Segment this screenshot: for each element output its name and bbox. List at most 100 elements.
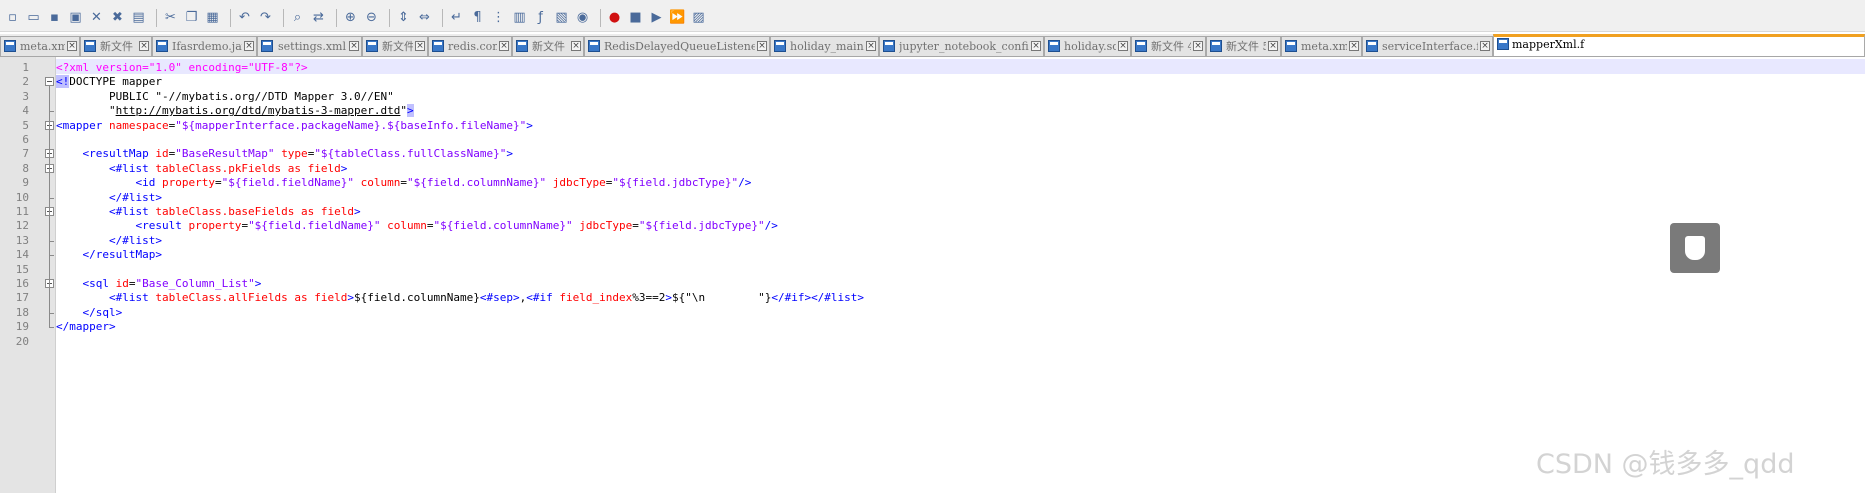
- document-map-icon[interactable]: ▥: [511, 9, 528, 26]
- open-file-icon[interactable]: ▭: [25, 9, 42, 26]
- show-all-chars-icon[interactable]: ¶: [469, 9, 486, 26]
- tab-10[interactable]: jupyter_notebook_config.py×: [879, 36, 1044, 56]
- close-tab-icon[interactable]: ×: [1031, 41, 1041, 51]
- close-all-icon[interactable]: ✖: [109, 9, 126, 26]
- close-tab-icon[interactable]: ×: [571, 41, 581, 51]
- tab-9[interactable]: holiday_main.py×: [770, 36, 879, 56]
- floating-assistant-button[interactable]: [1670, 223, 1720, 273]
- find-icon[interactable]: ⌕: [289, 9, 306, 26]
- close-tab-icon[interactable]: ×: [1480, 41, 1490, 51]
- code-token: >: [354, 205, 361, 218]
- file-saved-icon: [261, 40, 273, 52]
- line-number: 18: [15, 305, 29, 319]
- tab-7[interactable]: 新文件 3×: [512, 36, 584, 56]
- close-icon[interactable]: ✕: [88, 9, 105, 26]
- code-token: >: [340, 161, 348, 175]
- code-token: field_index: [559, 291, 633, 305]
- close-tab-icon[interactable]: ×: [757, 41, 767, 51]
- cut-icon[interactable]: ✂: [162, 9, 179, 26]
- fold-toggle-icon[interactable]: [45, 77, 54, 87]
- code-token: "${field.jdbcType}": [612, 176, 739, 190]
- zoom-out-icon[interactable]: ⊖: [363, 9, 380, 26]
- sync-horizontal-icon[interactable]: ⇔: [416, 9, 433, 26]
- close-tab-icon[interactable]: ×: [1268, 41, 1278, 51]
- file-saved-icon: [156, 40, 168, 52]
- code-token: tableClass.baseFields as field: [155, 205, 355, 218]
- close-tab-icon[interactable]: ×: [415, 41, 425, 51]
- tab-2[interactable]: 新文件 1×: [80, 36, 152, 56]
- code-token: "${field.fieldName}": [221, 176, 355, 190]
- tab-label: meta.xml: [1301, 40, 1347, 53]
- tab-label: mapperXml.f: [1512, 38, 1585, 51]
- tab-label: settings.xml: [278, 40, 346, 53]
- code-editor[interactable]: <?xml version="1.0" encoding="UTF-8"?> <!…: [56, 57, 1865, 493]
- close-tab-icon[interactable]: ×: [866, 41, 876, 51]
- fold-line: [49, 86, 50, 329]
- fold-end-marker: [49, 312, 54, 314]
- word-wrap-icon[interactable]: ↵: [448, 9, 465, 26]
- print-icon[interactable]: ▤: [130, 9, 147, 26]
- tab-14[interactable]: meta.xml×: [1281, 36, 1362, 56]
- code-line: <mapper namespace="${mapperInterface.pac…: [56, 119, 533, 133]
- close-tab-icon[interactable]: ×: [499, 41, 509, 51]
- zoom-in-icon[interactable]: ⊕: [342, 9, 359, 26]
- toolbar-separator: [336, 8, 337, 27]
- file-saved-icon: [774, 40, 786, 52]
- save-macro-icon[interactable]: ▨: [690, 9, 707, 26]
- record-macro-icon[interactable]: ●: [606, 9, 623, 26]
- close-tab-icon[interactable]: ×: [67, 41, 77, 51]
- folder-workspace-icon[interactable]: ▧: [553, 9, 570, 26]
- line-number: 10: [15, 190, 29, 204]
- monitoring-icon[interactable]: ◉: [574, 9, 591, 26]
- code-token: jdbcType: [579, 219, 633, 233]
- tab-12[interactable]: 新文件 4 ×: [1131, 36, 1206, 56]
- close-tab-icon[interactable]: ×: [1349, 41, 1359, 51]
- tab-16[interactable]: mapperXml.f: [1493, 34, 1865, 56]
- save-icon[interactable]: ▪: [46, 9, 63, 26]
- tab-label: meta.xml: [20, 40, 65, 53]
- tab-1[interactable]: meta.xml×: [0, 36, 80, 56]
- tab-4[interactable]: settings.xml ×: [257, 36, 362, 56]
- tab-3[interactable]: Ifasrdemo.java×: [152, 36, 257, 56]
- close-tab-icon[interactable]: ×: [1118, 41, 1128, 51]
- tab-11[interactable]: holiday.sql×: [1044, 36, 1131, 56]
- undo-icon[interactable]: ↶: [236, 9, 253, 26]
- play-macro-icon[interactable]: ▶: [648, 9, 665, 26]
- code-token: "BaseResultMap": [175, 147, 275, 161]
- sync-vertical-icon[interactable]: ⇕: [395, 9, 412, 26]
- paste-icon[interactable]: ▦: [204, 9, 221, 26]
- file-saved-icon: [516, 40, 528, 52]
- code-token: >: [526, 118, 533, 132]
- redo-icon[interactable]: ↷: [257, 9, 274, 26]
- watermark: CSDN @钱多多_qdd: [1536, 449, 1795, 480]
- tab-label: 新文件 5: [1226, 40, 1266, 53]
- code-line: </#list>: [56, 191, 162, 205]
- file-saved-icon: [883, 40, 895, 52]
- tab-8[interactable]: RedisDelayedQueueListener.java×: [584, 36, 770, 56]
- indent-guide-icon[interactable]: ⋮: [490, 9, 507, 26]
- code-token: tableClass.pkFields as field: [155, 161, 341, 175]
- new-file-icon[interactable]: ▫: [4, 9, 21, 26]
- code-token: <?xml version="1.0" encoding="UTF-8"?>: [56, 61, 308, 74]
- tab-6[interactable]: redis.conf×: [428, 36, 512, 56]
- close-tab-icon[interactable]: ×: [139, 41, 149, 51]
- stop-macro-icon[interactable]: ■: [627, 9, 644, 26]
- close-tab-icon[interactable]: ×: [349, 41, 359, 51]
- replace-icon[interactable]: ⇄: [310, 9, 327, 26]
- line-number: 8: [22, 161, 29, 175]
- close-tab-icon[interactable]: ×: [1193, 41, 1203, 51]
- tab-13[interactable]: 新文件 5 ×: [1206, 36, 1281, 56]
- tab-15[interactable]: serviceInterface.ftl ×: [1362, 36, 1493, 56]
- function-list-icon[interactable]: ƒ: [532, 9, 549, 26]
- copy-icon[interactable]: ❐: [183, 9, 200, 26]
- run-macro-multiple-icon[interactable]: ⏩: [669, 9, 686, 26]
- tab-5[interactable]: 新文件 2×: [362, 36, 428, 56]
- close-tab-icon[interactable]: ×: [244, 41, 254, 51]
- line-number: 17: [15, 291, 29, 305]
- code-line: <result property = "${field.fieldName}" co…: [56, 219, 777, 233]
- code-token: <#list: [56, 161, 156, 175]
- save-all-icon[interactable]: ▣: [67, 9, 84, 26]
- code-token: %3==2: [632, 291, 666, 305]
- line-number: 14: [15, 248, 29, 262]
